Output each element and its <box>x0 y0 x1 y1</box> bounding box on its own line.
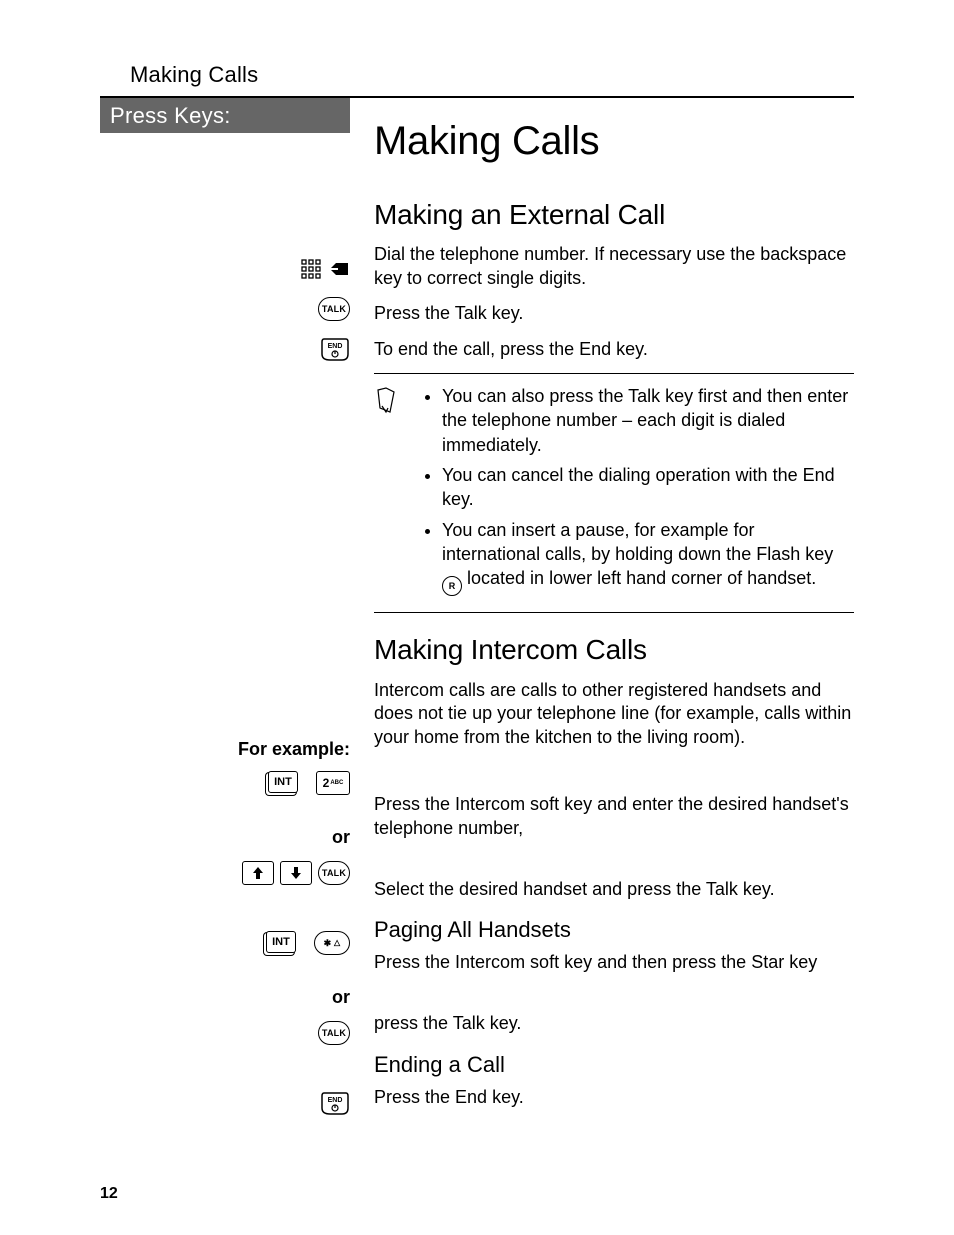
text-press-int-star: Press the Intercom soft key and then pre… <box>374 951 854 974</box>
svg-text:END: END <box>328 1097 343 1104</box>
talk-key-icon: TALK <box>318 297 350 321</box>
key-row-updown-talk: TALK <box>100 853 350 893</box>
page-number: 12 <box>100 1183 118 1205</box>
svg-text:END: END <box>328 343 343 350</box>
or-label-1: or <box>100 821 350 853</box>
sidebar-spacer <box>100 141 350 249</box>
running-head: Making Calls <box>130 60 854 90</box>
flash-key-icon: R <box>442 576 462 596</box>
text-intercom-intro: Intercom calls are calls to other regist… <box>374 679 854 749</box>
note-item-3: You can insert a pause, for example for … <box>442 518 850 597</box>
running-head-wrap: Making Calls <box>100 60 854 90</box>
key-row-int-2: INT 2ABC <box>100 765 350 821</box>
up-arrow-icon <box>242 861 274 885</box>
end-key-icon-2: END <box>320 1090 350 1116</box>
note-item-1: You can also press the Talk key first an… <box>442 384 850 457</box>
two-key-icon: 2ABC <box>316 771 350 795</box>
key-row-end: END <box>100 329 350 369</box>
note-list: You can also press the Talk key first an… <box>414 382 850 602</box>
heading-paging: Paging All Handsets <box>374 915 854 945</box>
page-title: Making Calls <box>374 114 854 168</box>
sidebar-spacer-3 <box>100 893 350 925</box>
sidebar-spacer-2 <box>100 369 350 733</box>
main-content: Making Calls Making an External Call Dia… <box>350 98 854 1124</box>
backspace-icon <box>328 261 350 277</box>
sidebar: Press Keys: <box>100 98 350 1124</box>
talk-key-icon-3: TALK <box>318 1021 350 1045</box>
note-item-2: You can cancel the dialing operation wit… <box>442 463 850 512</box>
key-row-dial <box>100 249 350 289</box>
heading-external: Making an External Call <box>374 196 854 234</box>
key-row-int-star: INT ✱ △ <box>100 925 350 981</box>
keypad-icon <box>300 258 322 280</box>
for-example-label: For example: <box>100 733 350 765</box>
key-row-talk: TALK <box>100 289 350 329</box>
end-key-icon: END <box>320 336 350 362</box>
key-row-end-2: END <box>100 1083 350 1123</box>
page: Making Calls Press Keys: <box>0 0 954 1235</box>
sidebar-spacer-4 <box>100 1053 350 1083</box>
text-end-call: To end the call, press the End key. <box>374 338 854 361</box>
text-press-int: Press the Intercom soft key and enter th… <box>374 793 854 840</box>
sidebar-header: Press Keys: <box>100 98 350 134</box>
int-key-icon: INT <box>268 771 298 793</box>
note-box: You can also press the Talk key first an… <box>374 373 854 613</box>
talk-key-icon-2: TALK <box>318 861 350 885</box>
text-press-talk-2: press the Talk key. <box>374 1012 854 1035</box>
key-row-talk-2: TALK <box>100 1013 350 1053</box>
star-key-icon: ✱ △ <box>314 931 350 955</box>
text-press-end: Press the End key. <box>374 1086 854 1109</box>
int-key-icon-2: INT <box>266 931 296 953</box>
text-select-handset: Select the desired handset and press the… <box>374 878 854 901</box>
text-dial: Dial the telephone number. If necessary … <box>374 243 854 290</box>
or-label-2: or <box>100 981 350 1013</box>
columns: Press Keys: <box>100 98 854 1124</box>
hand-note-icon <box>374 382 400 602</box>
heading-ending: Ending a Call <box>374 1050 854 1080</box>
down-arrow-icon <box>280 861 312 885</box>
heading-intercom: Making Intercom Calls <box>374 631 854 669</box>
text-press-talk: Press the Talk key. <box>374 302 854 325</box>
